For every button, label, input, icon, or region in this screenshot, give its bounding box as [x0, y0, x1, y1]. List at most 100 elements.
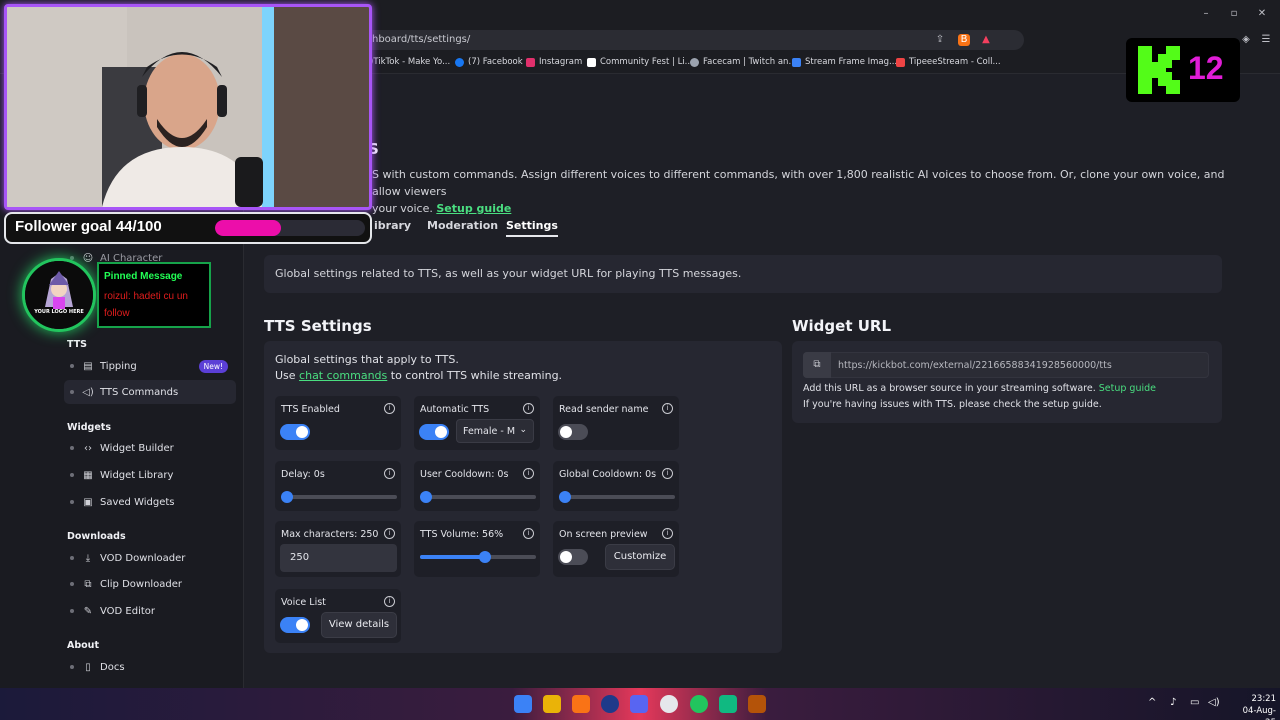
- global-cooldown-slider[interactable]: [559, 491, 675, 503]
- bookmark-tipeeestream[interactable]: TipeeeStream - Coll...: [896, 57, 1001, 67]
- network-icon[interactable]: ▭: [1190, 697, 1199, 708]
- bookmark-instagram[interactable]: Instagram: [526, 57, 582, 67]
- view-details-button[interactable]: View details: [321, 612, 397, 638]
- url-text: hboard/tts/settings/: [372, 34, 471, 45]
- sidebar-item-docs[interactable]: ▯ Docs: [64, 655, 236, 679]
- voice-list-toggle[interactable]: [280, 617, 310, 633]
- copy-icon[interactable]: ⧉: [803, 352, 831, 378]
- brave-rewards-icon[interactable]: ▲: [980, 34, 992, 46]
- doc-icon: ▯: [85, 661, 91, 673]
- card-automatic-tts: Automatic TTS i Female - M ⌄: [414, 396, 540, 450]
- info-icon[interactable]: i: [384, 596, 395, 607]
- max-characters-input[interactable]: 250: [280, 544, 397, 572]
- instagram-icon: [526, 57, 535, 67]
- widget-hint-2: If you're having issues with TTS. please…: [803, 399, 1102, 410]
- info-icon[interactable]: i: [384, 528, 395, 539]
- discord-icon[interactable]: [630, 695, 648, 713]
- league-icon[interactable]: [748, 695, 766, 713]
- download-icon: ⤓: [85, 552, 91, 564]
- sidebar-item-vod-editor[interactable]: ✎ VOD Editor: [64, 599, 236, 623]
- info-icon[interactable]: i: [662, 468, 673, 479]
- microphone-icon[interactable]: ♪: [1170, 697, 1176, 708]
- brave-browser-icon[interactable]: [572, 695, 590, 713]
- customize-button[interactable]: Customize: [605, 544, 675, 570]
- sidebar-item-saved-widgets[interactable]: ▣ Saved Widgets: [64, 490, 236, 514]
- info-icon[interactable]: i: [384, 468, 395, 479]
- app-icon[interactable]: [719, 695, 737, 713]
- on-screen-preview-toggle[interactable]: [558, 549, 588, 565]
- sidebar-section-downloads: Downloads: [67, 531, 126, 542]
- card-tts-enabled: TTS Enabled i: [275, 396, 401, 450]
- volume-icon[interactable]: ◁): [1208, 697, 1220, 708]
- pencil-icon: ✎: [83, 605, 93, 617]
- read-sender-toggle[interactable]: [558, 424, 588, 440]
- tts-volume-slider[interactable]: [420, 551, 536, 563]
- bookmark-facebook[interactable]: (7) Facebook: [455, 57, 523, 67]
- grid-icon: ▦: [83, 469, 93, 481]
- close-icon[interactable]: ✕: [1256, 8, 1268, 20]
- channel-logo: [22, 258, 96, 332]
- robot-icon: ☺: [82, 252, 94, 264]
- sidebar-section-widgets: Widgets: [67, 422, 111, 433]
- sidebar-item-tts-commands[interactable]: ◁) TTS Commands: [64, 380, 236, 404]
- bookmark-tiktok[interactable]: )TikTok - Make Yo...: [370, 57, 450, 67]
- tts-enabled-toggle[interactable]: [280, 424, 310, 440]
- follower-goal-text: Follower goal 44/100: [15, 218, 162, 235]
- steam-icon[interactable]: [601, 695, 619, 713]
- info-icon[interactable]: i: [523, 403, 534, 414]
- tipeee-icon: [896, 57, 905, 67]
- maximize-icon[interactable]: ▫: [1228, 8, 1240, 20]
- widget-setup-guide-link[interactable]: Setup guide: [1099, 383, 1156, 394]
- widget-hint: Add this URL as a browser source in your…: [803, 383, 1157, 394]
- info-icon[interactable]: i: [662, 528, 673, 539]
- file-explorer-icon[interactable]: [543, 695, 561, 713]
- windows-start-icon[interactable]: [514, 695, 532, 713]
- bookmark-community-fest[interactable]: Community Fest | Li...: [587, 57, 693, 67]
- bookmark-facecam[interactable]: Facecam | Twitch an...: [690, 57, 797, 67]
- minimize-icon[interactable]: –: [1200, 8, 1212, 20]
- card-user-cooldown: User Cooldown: 0s i: [414, 461, 540, 511]
- follower-goal-fill: [215, 220, 281, 236]
- follower-goal-bar: [215, 220, 365, 236]
- g-hub-icon[interactable]: [660, 695, 678, 713]
- speaker-icon: ◁): [82, 386, 94, 398]
- whatsapp-icon[interactable]: [690, 695, 708, 713]
- sidebar-section-about: About: [67, 640, 99, 651]
- setup-guide-link[interactable]: Setup guide: [436, 202, 511, 215]
- tab-library[interactable]: ibrary: [374, 219, 411, 232]
- sidebar-item-widget-builder[interactable]: ‹› Widget Builder: [64, 436, 236, 460]
- save-icon: ▣: [83, 496, 93, 508]
- bookmark-stream-frame[interactable]: Stream Frame Imag...: [792, 57, 897, 67]
- voice-select[interactable]: Female - M ⌄: [456, 419, 534, 443]
- tray-chevron-icon[interactable]: ^: [1148, 697, 1156, 708]
- info-icon[interactable]: i: [662, 403, 673, 414]
- info-banner: Global settings related to TTS, as well …: [264, 255, 1222, 293]
- shield-icon[interactable]: ◈: [1240, 34, 1252, 46]
- info-icon[interactable]: i: [384, 403, 395, 414]
- automatic-tts-toggle[interactable]: [419, 424, 449, 440]
- webcam-overlay: [4, 4, 372, 210]
- info-icon[interactable]: i: [523, 528, 534, 539]
- card-read-sender: Read sender name i: [553, 396, 679, 450]
- menu-icon[interactable]: ☰: [1260, 34, 1272, 46]
- pinned-message-title: Pinned Message: [104, 271, 183, 282]
- sidebar-item-clip-downloader[interactable]: ⧉ Clip Downloader: [64, 572, 236, 596]
- new-badge: New!: [198, 359, 228, 373]
- tab-settings[interactable]: Settings: [506, 219, 558, 237]
- tab-moderation[interactable]: Moderation: [427, 219, 498, 232]
- user-cooldown-slider[interactable]: [420, 491, 536, 503]
- brave-shield-icon[interactable]: B: [958, 34, 970, 46]
- receipt-icon: ▤: [83, 360, 93, 372]
- clip-icon: ⧉: [84, 578, 92, 590]
- card-tts-volume: TTS Volume: 56% i: [414, 521, 540, 577]
- share-icon[interactable]: ⇪: [934, 34, 946, 46]
- sidebar-item-vod-downloader[interactable]: ⤓ VOD Downloader: [64, 546, 236, 570]
- chat-commands-link[interactable]: chat commands: [299, 369, 387, 382]
- delay-slider[interactable]: [281, 491, 397, 503]
- info-icon[interactable]: i: [523, 468, 534, 479]
- card-on-screen-preview: On screen preview i Customize: [553, 521, 679, 577]
- taskbar-clock[interactable]: 23:21 04-Aug-25: [1236, 693, 1276, 720]
- logo-text: YOUR LOGO HERE: [34, 309, 84, 315]
- sidebar-item-widget-library[interactable]: ▦ Widget Library: [64, 463, 236, 487]
- sidebar-item-tipping[interactable]: ▤ Tipping New!: [64, 354, 236, 378]
